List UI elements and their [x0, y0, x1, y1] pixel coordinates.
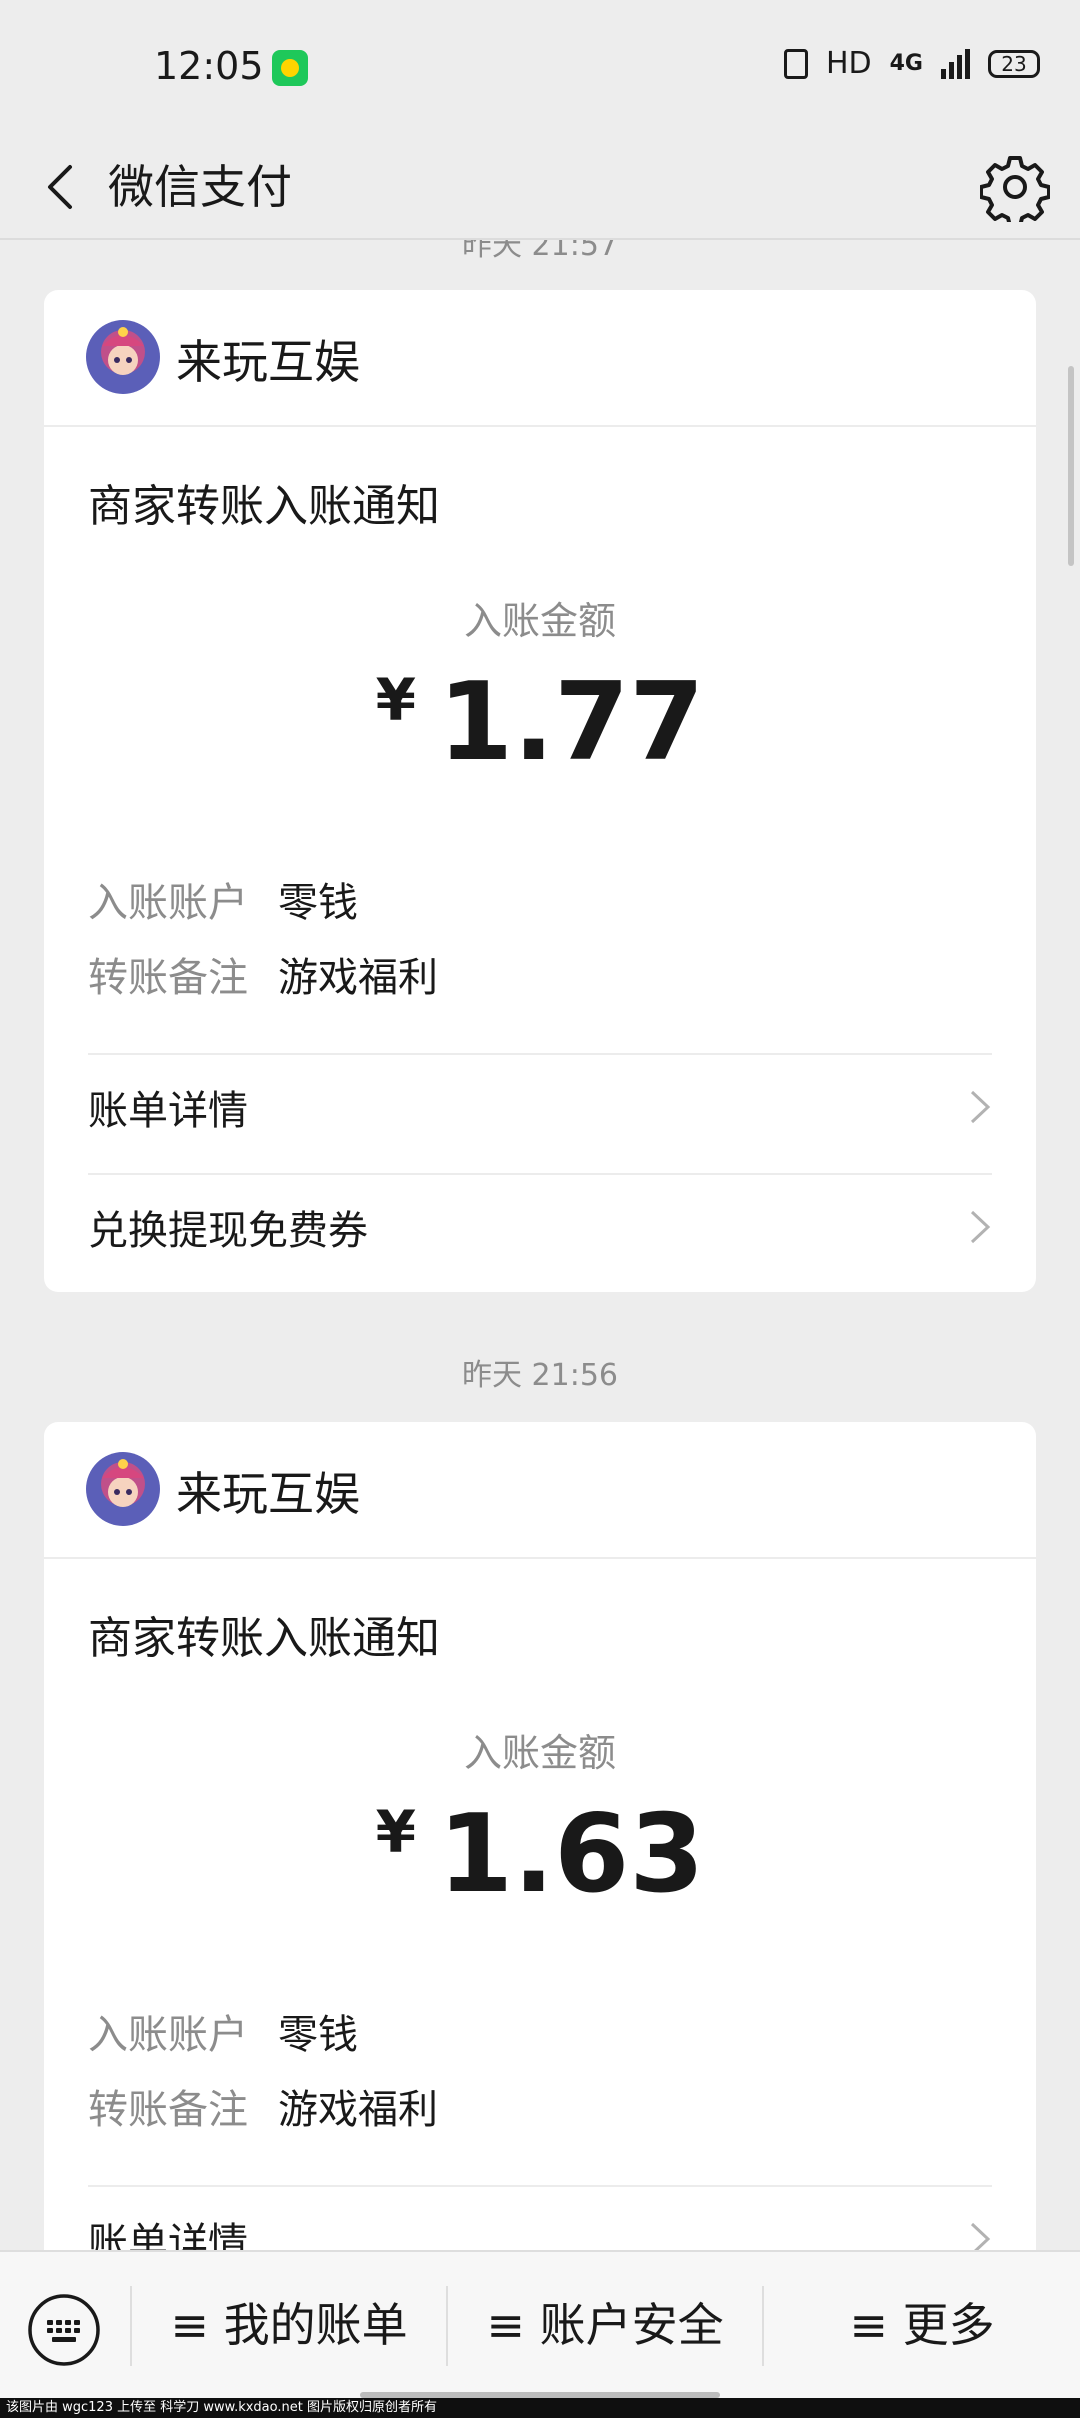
amount-label: 入账金额: [463, 599, 616, 643]
remark-value: 游戏福利: [278, 955, 438, 1001]
back-arrow-icon[interactable]: [34, 157, 94, 217]
account-label: 入账账户: [88, 2012, 248, 2058]
settings-gear-icon[interactable]: [980, 152, 1050, 222]
menu-my-bills[interactable]: ≡ 我的账单: [132, 2282, 446, 2368]
coupon-link[interactable]: 兑换提现免费券: [88, 1180, 992, 1270]
card-header[interactable]: 来玩互娱: [44, 290, 1036, 427]
merchant-name: 来玩互娱: [176, 1467, 360, 1521]
remark-label: 转账备注: [88, 2087, 248, 2133]
amount-row: ¥1.77: [44, 660, 1036, 785]
page-title: 微信支付: [108, 160, 292, 214]
amount-value: 1.77: [437, 660, 705, 785]
notice-title: 商家转账入账通知: [88, 1613, 440, 1664]
amount-label: 入账金额: [463, 1731, 616, 1775]
remark-row: 转账备注 游戏福利: [88, 2077, 438, 2135]
remark-row: 转账备注 游戏福利: [88, 945, 438, 1003]
scrollbar-thumb[interactable]: [1068, 366, 1074, 566]
transfer-notice-card[interactable]: 来玩互娱 商家转账入账通知 入账金额 ¥1.63 入账账户 零钱 转账备注 游戏福利…: [44, 1422, 1036, 2250]
menu-more[interactable]: ≡ 更多: [764, 2282, 1080, 2368]
account-row: 入账账户 零钱: [88, 2002, 358, 2060]
merchant-avatar[interactable]: [86, 320, 160, 394]
bill-details-link[interactable]: 账单详情: [88, 2192, 992, 2250]
signal-icon: [941, 48, 970, 79]
nav-bar: 微信支付: [0, 135, 1080, 240]
card-divider: [88, 2185, 992, 2187]
currency-symbol: ¥: [375, 1798, 416, 1866]
status-indicators: HD 4G 23: [783, 46, 1040, 81]
watermark-footer: 该图片由 wgc123 上传至 科学刀 www.kxdao.net 图片版权归原…: [0, 2398, 1080, 2418]
chevron-right-icon: [970, 1210, 991, 1244]
network-type: 4G: [889, 51, 923, 76]
music-app-icon: [272, 50, 308, 86]
menu-account-security[interactable]: ≡ 账户安全: [448, 2282, 762, 2368]
battery-icon: 23: [988, 49, 1040, 78]
bill-details-label: 账单详情: [88, 2220, 248, 2250]
coupon-label: 兑换提现免费券: [88, 1208, 368, 1254]
message-list[interactable]: 昨天 21:57 来玩互娱 商家转账入账通知 入账金额 ¥1.77 入账账户 零…: [0, 240, 1080, 2250]
chevron-right-icon: [970, 2222, 991, 2250]
card-header[interactable]: 来玩互娱: [44, 1422, 1036, 1559]
remark-value: 游戏福利: [278, 2087, 438, 2133]
account-row: 入账账户 零钱: [88, 870, 358, 928]
status-time: 12:05: [154, 44, 264, 88]
hd-indicator: HD: [825, 46, 872, 81]
remark-label: 转账备注: [88, 955, 248, 1001]
message-timestamp: 昨天 21:57: [462, 240, 618, 263]
account-label: 入账账户: [88, 880, 248, 926]
vibrate-icon: [783, 48, 808, 79]
account-value: 零钱: [278, 2012, 358, 2058]
chevron-right-icon: [970, 1090, 991, 1124]
currency-symbol: ¥: [375, 666, 416, 734]
notice-title: 商家转账入账通知: [88, 481, 440, 532]
account-value: 零钱: [278, 880, 358, 926]
bottom-menu-bar: ≡ 我的账单 ≡ 账户安全 ≡ 更多: [0, 2250, 1080, 2398]
card-divider: [88, 1053, 992, 1055]
card-divider: [88, 1173, 992, 1175]
bill-details-link[interactable]: 账单详情: [88, 1060, 992, 1150]
message-timestamp: 昨天 21:56: [462, 1358, 618, 1393]
status-bar: 12:05 HD 4G 23: [0, 0, 1080, 135]
merchant-avatar[interactable]: [86, 1452, 160, 1526]
keyboard-icon[interactable]: [26, 2292, 102, 2368]
amount-row: ¥1.63: [44, 1792, 1036, 1917]
bill-details-label: 账单详情: [88, 1088, 248, 1134]
transfer-notice-card[interactable]: 来玩互娱 商家转账入账通知 入账金额 ¥1.77 入账账户 零钱 转账备注 游戏福利…: [44, 290, 1036, 1292]
merchant-name: 来玩互娱: [176, 335, 360, 389]
amount-value: 1.63: [437, 1792, 705, 1917]
